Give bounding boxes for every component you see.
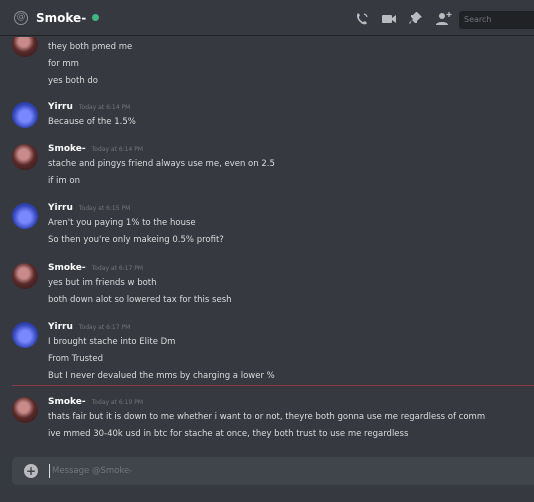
avatar[interactable] — [12, 203, 38, 229]
message-header: Yirru Today at 6:14 PM — [48, 102, 130, 112]
message-text: stache and pingys friend always use me, … — [48, 159, 275, 169]
message-text: thats fair but it is down to me whether … — [48, 412, 486, 422]
author-name[interactable]: Yirru — [48, 102, 73, 112]
message-text: Because of the 1.5% — [48, 117, 136, 127]
author-name[interactable]: Smoke- — [48, 397, 86, 407]
message-composer: + Message @Smoke- — [12, 457, 534, 485]
timestamp: Today at 6:17 PM — [91, 265, 144, 272]
channel-header: @ Smoke- Search — [0, 0, 534, 36]
search-input[interactable]: Search — [459, 11, 534, 29]
message-text: they both pmed me — [48, 42, 133, 52]
avatar[interactable] — [12, 263, 38, 289]
pinned-messages-icon[interactable] — [408, 11, 424, 26]
message-text: both down alot so lowered tax for this s… — [48, 295, 232, 305]
message-text: Aren't you paying 1% to the house — [48, 218, 196, 228]
message-text: yes but im friends w both — [48, 278, 157, 288]
message-header: Smoke- Today at 6:17 PM — [48, 263, 143, 273]
timestamp: Today at 6:17 PM — [78, 324, 131, 331]
message-header: Yirru Today at 6:15 PM — [48, 203, 130, 213]
voice-call-icon[interactable] — [354, 11, 370, 26]
author-name[interactable]: Smoke- — [48, 263, 86, 273]
message-text: if im on — [48, 176, 80, 186]
author-name[interactable]: Smoke- — [48, 144, 86, 154]
text-cursor — [49, 464, 50, 478]
author-name[interactable]: Yirru — [48, 203, 73, 213]
new-messages-divider — [12, 385, 534, 386]
message-text: yes both do — [48, 76, 99, 86]
avatar[interactable] — [12, 144, 38, 170]
timestamp: Today at 6:14 PM — [78, 104, 131, 111]
message-header: Smoke- Today at 6:14 PM — [48, 144, 143, 154]
message-list: they both pmed me for mm yes both do Yir… — [0, 37, 534, 450]
message-header: Smoke- Today at 6:19 PM — [48, 397, 143, 407]
message-text: From Trusted — [48, 354, 103, 364]
timestamp: Today at 6:14 PM — [91, 146, 144, 153]
message-text: I brought stache into Elite Dm — [48, 337, 176, 347]
at-icon: @ — [14, 10, 28, 25]
author-name[interactable]: Yirru — [48, 322, 73, 332]
message-text: But I never devalued the mms by charging… — [48, 371, 275, 381]
upload-plus-button[interactable]: + — [24, 464, 38, 478]
channel-name[interactable]: Smoke- — [36, 11, 86, 25]
video-call-icon[interactable] — [381, 11, 397, 26]
message-header: Yirru Today at 6:17 PM — [48, 322, 130, 332]
avatar[interactable] — [12, 397, 38, 423]
avatar[interactable] — [12, 322, 38, 348]
message-text: for mm — [48, 59, 79, 69]
avatar[interactable] — [12, 102, 38, 128]
avatar[interactable] — [12, 37, 38, 57]
add-friend-icon[interactable] — [435, 11, 452, 26]
message-text: So then you're only makeing 0.5% profit? — [48, 235, 224, 245]
timestamp: Today at 6:19 PM — [91, 399, 144, 406]
online-status-icon — [92, 14, 100, 21]
header-toolbar — [354, 11, 452, 26]
timestamp: Today at 6:15 PM — [78, 205, 131, 212]
message-text: ive mmed 30-40k usd in btc for stache at… — [48, 429, 409, 439]
message-input[interactable]: Message @Smoke- — [52, 466, 132, 476]
